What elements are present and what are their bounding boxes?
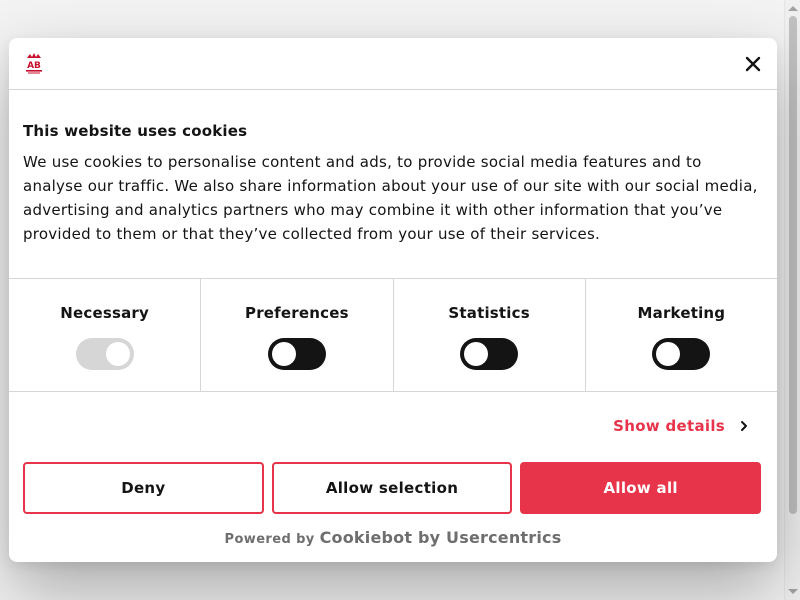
powered-by-label: Powered by [224, 532, 315, 547]
category-label: Preferences [245, 304, 349, 322]
allow-selection-button[interactable]: Allow selection [271, 462, 513, 514]
category-marketing: Marketing [586, 279, 777, 391]
category-necessary: Necessary [9, 279, 202, 391]
necessary-toggle [75, 338, 134, 370]
statistics-toggle[interactable] [460, 338, 519, 370]
cookie-consent-dialog: AB This website uses cookies We use cook… [9, 38, 777, 562]
cookie-description: We use cookies to personalise content an… [23, 153, 758, 243]
details-row: Show details [9, 392, 777, 462]
cookie-description-section: This website uses cookies We use cookies… [9, 90, 777, 279]
brand-logo: AB [23, 52, 45, 76]
allow-all-button[interactable]: Allow all [520, 462, 762, 514]
close-icon [745, 56, 761, 72]
deny-button[interactable]: Deny [23, 462, 264, 514]
scrollbar-thumb[interactable] [789, 16, 797, 514]
close-button[interactable] [739, 50, 767, 78]
chevron-right-icon [741, 421, 747, 431]
powered-by-footer: Powered by Cookiebot by Usercentrics [9, 528, 777, 547]
dialog-header: AB [9, 38, 777, 90]
dialog-title: This website uses cookies [23, 122, 248, 140]
page-scrollbar[interactable] [784, 0, 800, 600]
category-statistics: Statistics [394, 279, 586, 391]
category-preferences: Preferences [201, 279, 394, 391]
toggle-knob [656, 342, 681, 366]
scroll-down-icon[interactable] [788, 589, 798, 594]
scroll-up-icon[interactable] [788, 6, 798, 11]
show-details-link[interactable]: Show details [613, 417, 749, 435]
category-label: Statistics [448, 304, 530, 322]
consent-buttons: Deny Allow selection Allow all [9, 462, 777, 514]
toggle-knob [271, 342, 296, 366]
preferences-toggle[interactable] [267, 338, 326, 370]
marketing-toggle[interactable] [652, 338, 711, 370]
svg-text:AB: AB [27, 61, 41, 71]
toggle-knob [464, 342, 489, 366]
category-label: Marketing [637, 304, 726, 322]
category-label: Necessary [60, 304, 149, 322]
show-details-label: Show details [613, 417, 725, 435]
toggle-knob [105, 342, 130, 366]
cookiebot-brand-link[interactable]: Cookiebot by Usercentrics [320, 528, 562, 547]
consent-categories: Necessary Preferences Statistics Marketi… [9, 279, 777, 392]
